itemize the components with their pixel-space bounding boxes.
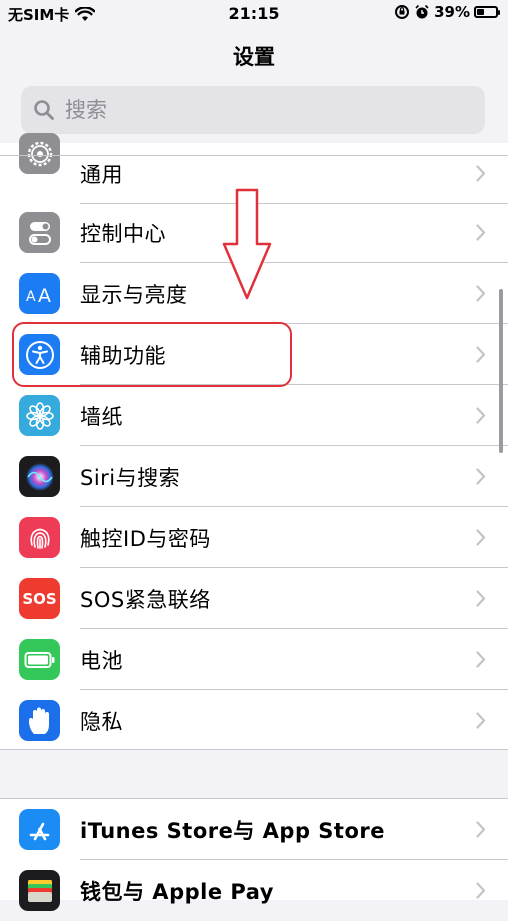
settings-row-emergency-sos[interactable]: SOS SOS紧急联络 bbox=[0, 568, 508, 629]
settings-row-label: 隐私 bbox=[80, 710, 123, 734]
chevron-right-icon bbox=[476, 529, 486, 546]
battery-icon bbox=[19, 639, 60, 680]
chevron-right-icon bbox=[476, 165, 486, 182]
chevron-right-icon bbox=[476, 712, 486, 729]
status-bar: 无SIM卡 21:15 39% bbox=[0, 0, 508, 26]
settings-row-label: 触控ID与密码 bbox=[80, 527, 211, 551]
chevron-right-icon bbox=[476, 651, 486, 668]
fingerprint-icon bbox=[19, 517, 60, 558]
chevron-right-icon bbox=[476, 821, 486, 838]
chevron-right-icon bbox=[476, 882, 486, 899]
settings-row-wallpaper[interactable]: 墙纸 bbox=[0, 385, 508, 446]
search-icon bbox=[34, 100, 54, 120]
settings-row-label: 钱包与 Apple Pay bbox=[80, 880, 274, 904]
orientation-lock-icon bbox=[395, 5, 410, 19]
highlight-annotation bbox=[12, 322, 292, 387]
scroll-indicator[interactable] bbox=[499, 289, 503, 453]
settings-row-battery[interactable]: 电池 bbox=[0, 629, 508, 690]
sos-icon: SOS bbox=[19, 578, 60, 619]
settings-row-wallet-apple-pay[interactable]: 钱包与 Apple Pay bbox=[0, 860, 508, 921]
toggle-icon bbox=[19, 212, 60, 253]
page-title: 设置 bbox=[233, 45, 275, 69]
gear-icon bbox=[19, 133, 60, 174]
svg-text:A: A bbox=[38, 285, 51, 306]
settings-row-label: SOS紧急联络 bbox=[80, 588, 211, 612]
search-divider bbox=[0, 155, 508, 156]
chevron-right-icon bbox=[476, 590, 486, 607]
settings-group-store: iTunes Store与 App Store 钱包与 Apple Pay bbox=[0, 798, 508, 911]
search-input[interactable] bbox=[63, 97, 467, 123]
battery-fill bbox=[477, 9, 484, 15]
wallet-icon bbox=[19, 870, 60, 911]
settings-row-itunes-app-store[interactable]: iTunes Store与 App Store bbox=[0, 799, 508, 860]
settings-row-touch-id-passcode[interactable]: 触控ID与密码 bbox=[0, 507, 508, 568]
battery-icon bbox=[474, 6, 500, 18]
search-bar[interactable] bbox=[21, 86, 485, 134]
settings-row-siri-search[interactable]: Siri与搜索 bbox=[0, 446, 508, 507]
svg-text:A: A bbox=[26, 289, 36, 305]
settings-row-label: 电池 bbox=[80, 649, 123, 673]
settings-row-label: 墙纸 bbox=[80, 405, 123, 429]
text-size-icon: A A bbox=[19, 273, 60, 314]
settings-row-label: 通用 bbox=[80, 163, 123, 187]
settings-row-label: 显示与亮度 bbox=[80, 283, 188, 307]
chevron-right-icon bbox=[476, 468, 486, 485]
battery-percent: 39% bbox=[434, 3, 470, 21]
chevron-right-icon bbox=[476, 346, 486, 363]
chevron-right-icon bbox=[476, 407, 486, 424]
app-store-icon bbox=[19, 809, 60, 850]
hand-icon bbox=[19, 700, 60, 741]
settings-row-label: Siri与搜索 bbox=[80, 466, 181, 490]
sos-icon-text: SOS bbox=[22, 589, 57, 608]
alarm-icon bbox=[415, 4, 429, 19]
chevron-right-icon bbox=[476, 285, 486, 302]
settings-row-label: 控制中心 bbox=[80, 222, 166, 246]
settings-row-privacy[interactable]: 隐私 bbox=[0, 690, 508, 751]
flower-icon bbox=[19, 395, 60, 436]
siri-icon bbox=[19, 456, 60, 497]
chevron-right-icon bbox=[476, 224, 486, 241]
down-arrow-annotation bbox=[222, 188, 272, 300]
settings-row-label: iTunes Store与 App Store bbox=[80, 819, 385, 843]
